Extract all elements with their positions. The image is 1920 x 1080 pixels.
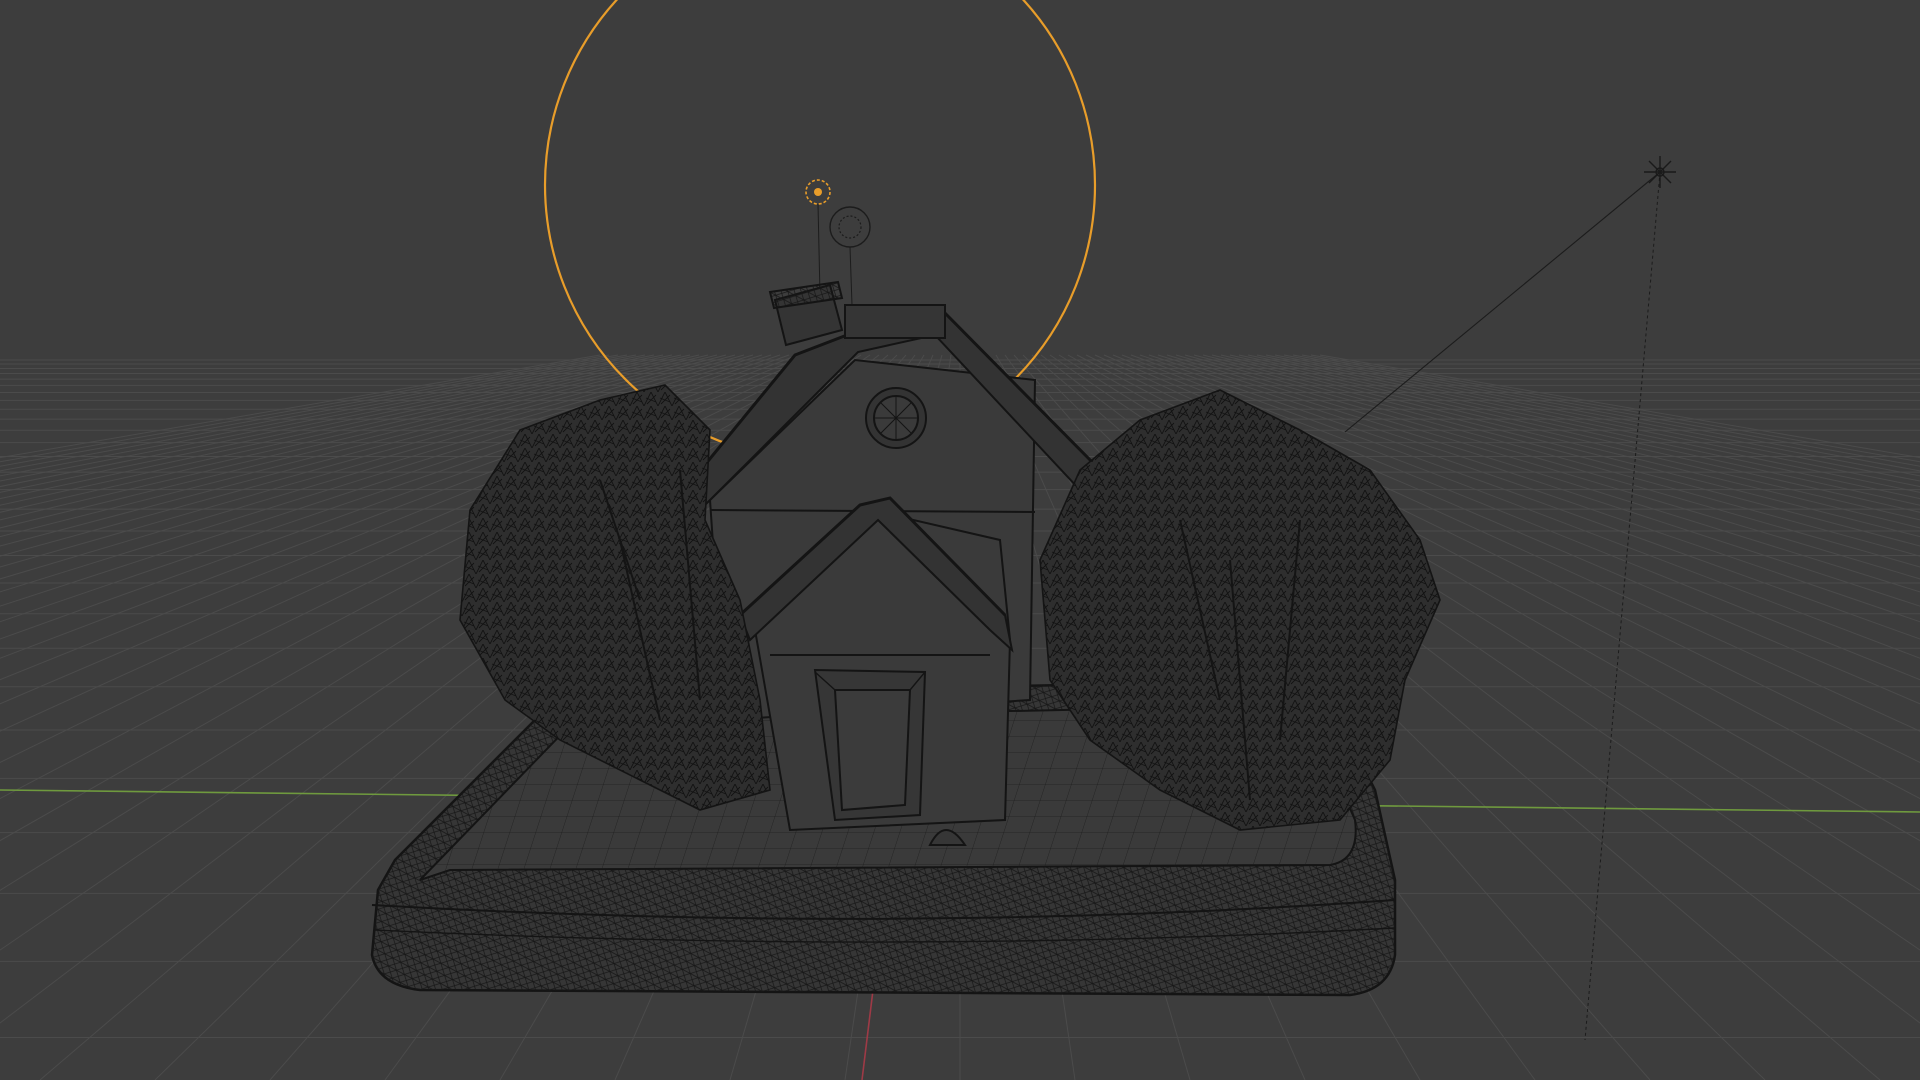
y-axis-line [861,989,874,1080]
point-light-icon[interactable] [805,179,831,296]
3d-viewport[interactable] [0,0,1920,1080]
viewport-canvas[interactable] [0,0,1920,1080]
